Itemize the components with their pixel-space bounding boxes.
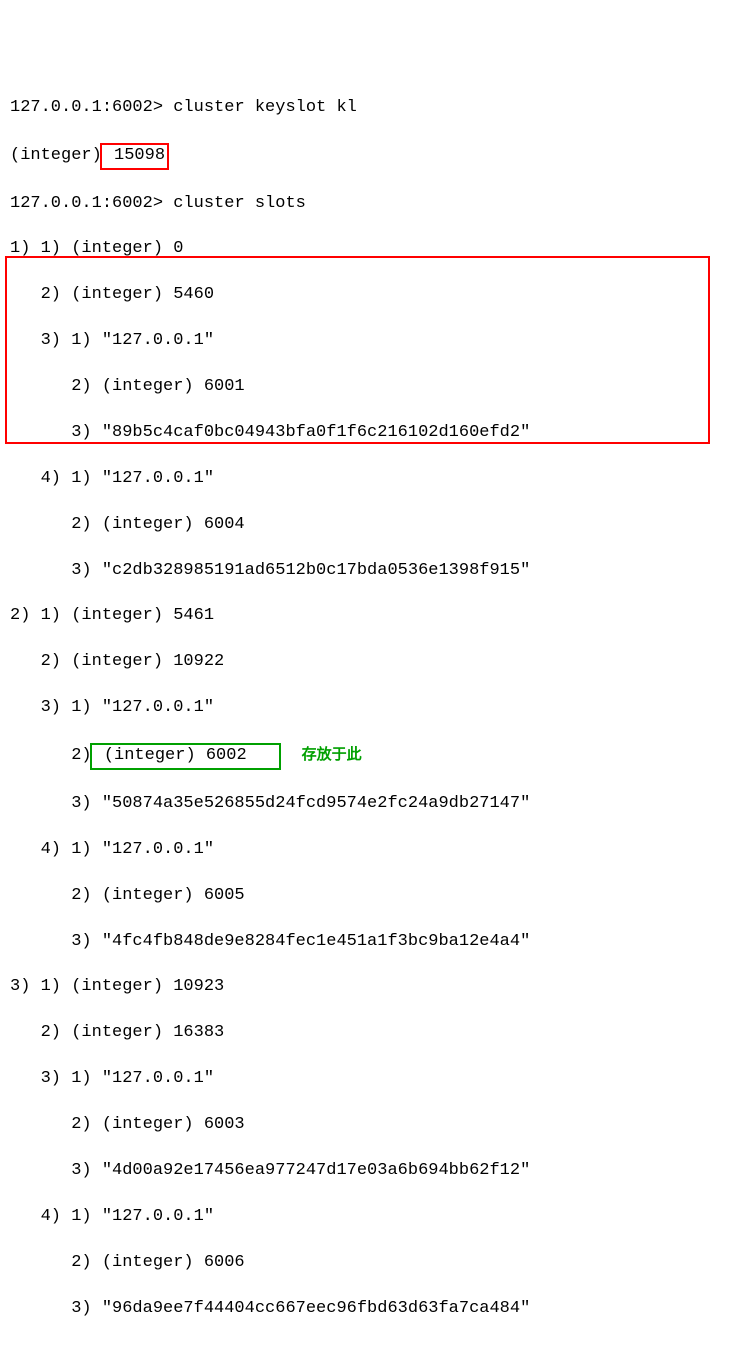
slot2-line: 2) (integer) 6002 存放于此	[10, 743, 744, 770]
slot1-line: 2) (integer) 5460	[10, 284, 744, 307]
storage-label: 存放于此	[302, 746, 362, 763]
slot2-port-prefix: 2)	[10, 746, 92, 765]
slot1-line: 3) "89b5c4caf0bc04943bfa0f1f6c216102d160…	[10, 422, 744, 445]
slot1-line: 2) (integer) 6004	[10, 514, 744, 537]
slot3-line: 3) 1) (integer) 10923	[10, 976, 744, 999]
slot3-line: 3) "4d00a92e17456ea977247d17e03a6b694bb6…	[10, 1160, 744, 1183]
prompt: 127.0.0.1:6002>	[10, 98, 173, 117]
slot3-line: 2) (integer) 6003	[10, 1114, 744, 1137]
command-text: cluster slots	[173, 194, 306, 213]
slot2-line: 2) 1) (integer) 5461	[10, 605, 744, 628]
slot3-line: 3) "96da9ee7f44404cc667eec96fbd63d63fa7c…	[10, 1298, 744, 1321]
cmd-line-1: 127.0.0.1:6002> cluster keyslot kl	[10, 97, 744, 120]
slot1-line: 2) (integer) 6001	[10, 376, 744, 399]
slot2-line: 4) 1) "127.0.0.1"	[10, 839, 744, 862]
slot2-line: 3) "50874a35e526855d24fcd9574e2fc24a9db2…	[10, 793, 744, 816]
response-1: (integer) 15098	[10, 143, 744, 170]
slot2-line: 3) 1) "127.0.0.1"	[10, 697, 744, 720]
slot2-line: 3) "4fc4fb848de9e8284fec1e451a1f3bc9ba12…	[10, 931, 744, 954]
slot3-line: 2) (integer) 6006	[10, 1252, 744, 1275]
keyslot-value-highlight: 15098	[100, 143, 169, 170]
slot1-line: 3) 1) "127.0.0.1"	[10, 330, 744, 353]
slot1-line: 4) 1) "127.0.0.1"	[10, 468, 744, 491]
integer-label: (integer)	[10, 146, 102, 165]
slot3-line: 4) 1) "127.0.0.1"	[10, 1206, 744, 1229]
slot1-line: 3) "c2db328985191ad6512b0c17bda0536e1398…	[10, 560, 744, 583]
command-text: cluster keyslot kl	[173, 98, 357, 117]
slot1-line: 1) 1) (integer) 0	[10, 238, 744, 261]
prompt: 127.0.0.1:6002>	[10, 194, 173, 213]
slot3-line: 3) 1) "127.0.0.1"	[10, 1068, 744, 1091]
slot2-line: 2) (integer) 6005	[10, 885, 744, 908]
slot2-line: 2) (integer) 10922	[10, 651, 744, 674]
cmd-line-2: 127.0.0.1:6002> cluster slots	[10, 193, 744, 216]
port-highlight: (integer) 6002	[90, 743, 282, 770]
slot3-line: 2) (integer) 16383	[10, 1022, 744, 1045]
